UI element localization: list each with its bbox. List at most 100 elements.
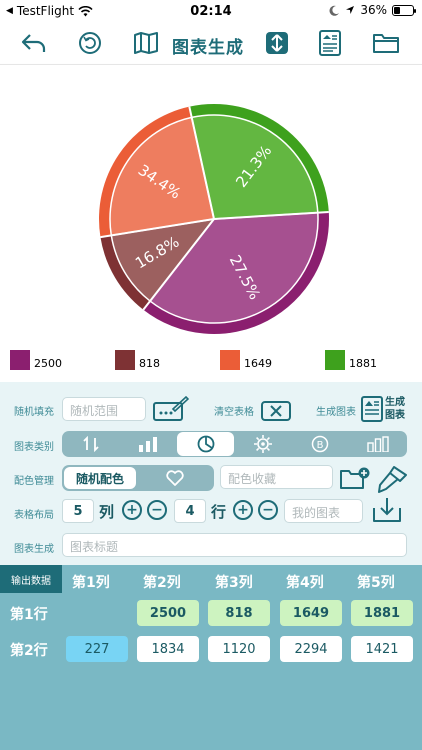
chart-type-b[interactable]: B: [291, 431, 348, 457]
random-range-input[interactable]: 随机范围: [62, 397, 146, 421]
my-chart-input[interactable]: 我的图表: [284, 499, 363, 523]
column-chart-icon: [366, 436, 389, 452]
chart-type-segmented: B: [62, 431, 407, 457]
refresh-circle-icon: [79, 32, 101, 54]
gear-icon: [253, 435, 272, 453]
legend-label: 2500: [34, 356, 62, 370]
bar-chart-icon: [138, 437, 157, 452]
table-cell[interactable]: 227: [66, 636, 128, 662]
table-cell[interactable]: 1834: [137, 636, 199, 662]
svg-text:B: B: [316, 440, 323, 451]
chart-title-input[interactable]: 图表标题: [62, 533, 407, 557]
image-card-icon: [319, 30, 341, 56]
table-cell[interactable]: 1881: [351, 600, 413, 626]
chart-type-pie[interactable]: [177, 432, 234, 456]
heart-icon[interactable]: [166, 470, 184, 486]
fill-pencil-button[interactable]: [153, 395, 190, 422]
folder-plus-icon: [340, 467, 370, 489]
pie-chart: 27.5%16.8%34.4% 21.3%: [99, 104, 329, 334]
rows-count-input[interactable]: 4: [174, 499, 206, 523]
paint-brush-button[interactable]: [376, 465, 408, 493]
pencil-box-icon: [153, 395, 190, 421]
table-cell[interactable]: 2500: [137, 600, 199, 626]
chart-type-column[interactable]: [349, 431, 406, 457]
table-cell[interactable]: 1120: [208, 636, 270, 662]
columns-unit: 列: [99, 503, 115, 521]
row-header: 第2行: [10, 643, 48, 659]
swap-arrows-icon: [82, 436, 99, 452]
chart-type-bar[interactable]: [119, 431, 176, 457]
paint-brush-icon: [378, 466, 407, 493]
folder-button[interactable]: [370, 28, 402, 58]
location-icon: [346, 6, 355, 14]
generate-chart-button[interactable]: 生成 图表: [361, 396, 411, 422]
output-data-tab[interactable]: 输出数据: [0, 565, 62, 593]
color-manage-label: 配色管理: [14, 476, 54, 487]
table-cell[interactable]: 1649: [280, 600, 342, 626]
chart-type-sort[interactable]: [62, 431, 119, 457]
column-header: 第3列: [215, 575, 253, 591]
legend-item: 818: [115, 350, 160, 370]
random-fill-label: 随机填充: [14, 407, 54, 418]
undo-button[interactable]: [18, 28, 50, 58]
columns-plus-button[interactable]: +: [122, 500, 142, 520]
generate-chart-label: 生成图表: [316, 407, 356, 418]
columns-count-input[interactable]: 5: [62, 499, 94, 523]
rows-unit: 行: [211, 503, 227, 521]
legend-item: 2500: [10, 350, 62, 370]
sort-arrows-icon: [271, 34, 283, 52]
row-header: 第1行: [10, 607, 48, 623]
table-cell[interactable]: 2294: [280, 636, 342, 662]
rows-plus-button[interactable]: +: [233, 500, 253, 520]
moon-icon: [329, 5, 340, 16]
legend-swatch: [325, 350, 345, 370]
close-box-icon: [261, 401, 291, 421]
chart-area: 27.5% 16.8% 34.4% 21.3%: [0, 64, 422, 382]
undo-arrow-icon: [21, 34, 46, 52]
chart-type-label: 图表类别: [14, 442, 54, 453]
clear-table-label: 清空表格: [214, 407, 254, 418]
table-layout-label: 表格布局: [14, 510, 54, 521]
sort-button[interactable]: [266, 32, 288, 54]
columns-minus-button[interactable]: −: [147, 500, 167, 520]
map-button[interactable]: [130, 28, 162, 58]
legend-swatch: [10, 350, 30, 370]
legend-item: 1881: [325, 350, 377, 370]
chart-title-row-label: 图表生成: [14, 544, 54, 555]
clear-table-button[interactable]: [261, 401, 291, 421]
download-button[interactable]: [372, 496, 402, 524]
column-header: 第5列: [357, 575, 395, 591]
battery-percent: 36%: [360, 3, 387, 17]
download-tray-icon: [373, 498, 401, 522]
legend-label: 1881: [349, 356, 377, 370]
random-color-option[interactable]: 随机配色: [64, 467, 136, 489]
add-folder-button[interactable]: [339, 467, 371, 491]
data-table: 输出数据 第1列 第2列 第3列 第4列 第5列 第1行 2500 818 16…: [0, 565, 422, 750]
color-favorites-input[interactable]: 配色收藏: [220, 465, 333, 489]
generate-chart-icon-text: 生成 图表: [385, 397, 405, 421]
page-title: 图表生成: [172, 38, 244, 58]
refresh-button[interactable]: [74, 28, 106, 58]
folder-icon: [373, 34, 399, 53]
color-toggle[interactable]: 随机配色: [62, 465, 214, 491]
battery-icon: [392, 4, 416, 16]
chart-legend: 2500 818 1649 1881: [0, 350, 422, 374]
column-header: 第1列: [72, 575, 110, 591]
rows-minus-button[interactable]: −: [258, 500, 278, 520]
map-icon: [134, 32, 158, 54]
legend-swatch: [115, 350, 135, 370]
pie-chart-icon: [197, 435, 214, 453]
legend-label: 818: [139, 356, 160, 370]
table-cell[interactable]: 818: [208, 600, 270, 626]
legend-item: 1649: [220, 350, 272, 370]
chart-type-radar[interactable]: [234, 431, 291, 457]
controls-panel: 随机填充 随机范围 清空表格 生成图表 生成 图表 图表类别 B 配色管理 随机…: [0, 382, 422, 565]
chart-card-icon: [361, 396, 383, 422]
status-bar: ◀ TestFlight 02:14 36%: [0, 0, 422, 22]
status-right: 36%: [329, 3, 416, 17]
legend-swatch: [220, 350, 240, 370]
column-header: 第2列: [143, 575, 181, 591]
table-cell[interactable]: 1421: [351, 636, 413, 662]
image-card-button[interactable]: [314, 28, 346, 58]
toolbar: 图表生成: [0, 22, 422, 64]
